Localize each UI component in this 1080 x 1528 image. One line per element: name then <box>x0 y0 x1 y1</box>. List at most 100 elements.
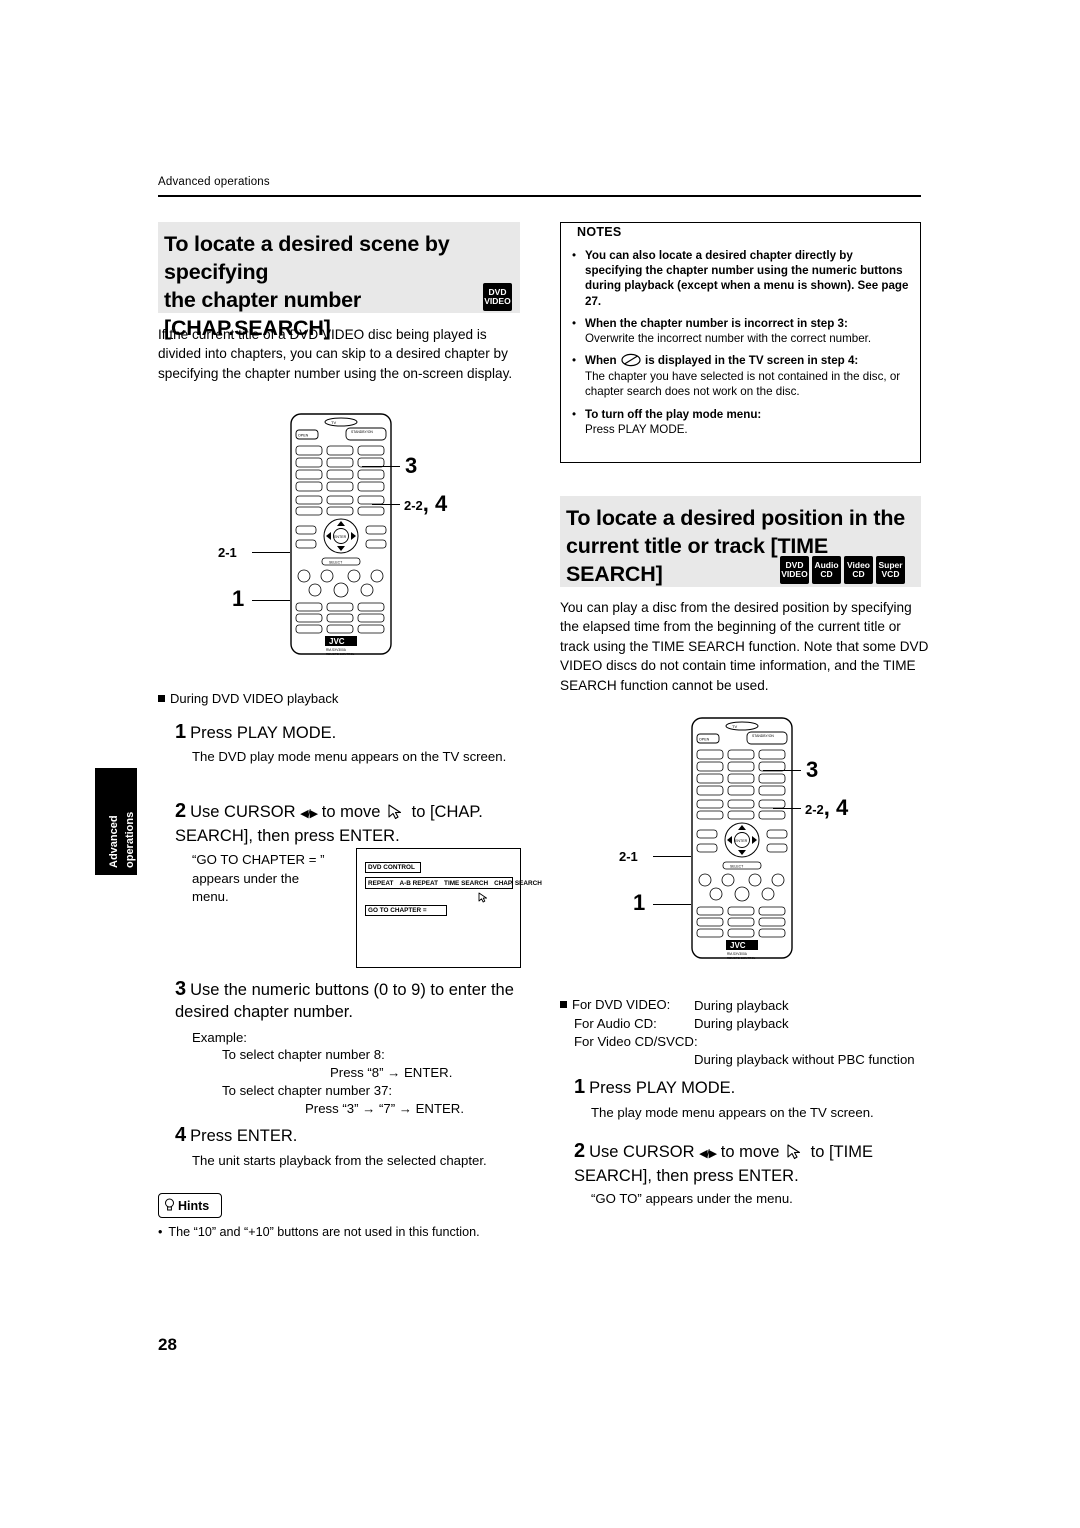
note-item: • To turn off the play mode menu: Press … <box>572 407 910 437</box>
step-1-detail-left: The DVD play mode menu appears on the TV… <box>192 749 507 764</box>
callout-3-right: 3 <box>806 757 819 782</box>
step-number: 1 <box>175 721 187 743</box>
leader-line <box>653 904 691 906</box>
remote-control-illustration-right: TV OPEN STANDBY/ON ENTER SELECT JVC RM-S… <box>683 712 801 964</box>
notes-content: • You can also locate a desired chapter … <box>572 248 910 444</box>
disc-logo-dvd-video: DVD VIDEO <box>780 556 809 584</box>
svg-text:SELECT: SELECT <box>730 865 743 869</box>
hints-label: Hints <box>178 1198 210 1213</box>
playback-note-text: During DVD VIDEO playback <box>170 691 339 706</box>
disc-logo-audio-cd: Audio CD <box>812 556 841 584</box>
logo-line2: VIDEO <box>484 296 511 306</box>
step-1-detail-right: The play mode menu appears on the TV scr… <box>591 1105 874 1120</box>
step-text-line2: desired chapter number. <box>175 1003 353 1021</box>
side-tab: Advanced operations <box>95 768 137 875</box>
manual-page: Advanced operations Advanced operations … <box>0 0 1080 1528</box>
example-line-3: To select chapter number 37: <box>222 1083 393 1098</box>
callout-1-left: 1 <box>232 586 245 611</box>
side-tab-line2: operations <box>124 811 136 868</box>
menu-item-ab-repeat[interactable]: A-B REPEAT <box>399 880 438 887</box>
step-text: Press PLAY MODE. <box>589 1079 736 1097</box>
svg-text:SELECT: SELECT <box>329 561 342 565</box>
step-3-left: 3 Use the numeric buttons (0 to 9) to ent… <box>175 978 527 1023</box>
note-bold: When the chapter number is incorrect in … <box>585 316 848 330</box>
svg-text:TV: TV <box>331 420 336 425</box>
step-2-detail-right: “GO TO” appears under the menu. <box>591 1191 793 1206</box>
logo-line2: CD <box>820 569 833 579</box>
svg-text:JVC: JVC <box>730 941 746 950</box>
menu-item-chap-search[interactable]: CHAP. SEARCH <box>494 880 542 887</box>
callout-2-1-right: 2-1 <box>619 842 638 868</box>
svg-text:ENTER: ENTER <box>334 535 347 539</box>
callout-sub: 2-2 <box>404 498 423 513</box>
disc-logo-group-right: DVD VIDEO Audio CD Video CD Super VCD <box>780 556 905 584</box>
callout-2-2-4-left: 2-2, 4 <box>404 491 448 516</box>
note-bold: You can also locate a desired chapter di… <box>585 249 909 308</box>
logo-line2: VCD <box>881 569 900 579</box>
hints-body: The “10” and “+10” buttons are not used … <box>168 1225 480 1239</box>
side-tab-line1: Advanced <box>108 815 120 868</box>
step-2-detail-left: “GO TO CHAPTER = ” appears under the men… <box>192 851 342 907</box>
bullet-icon: • <box>158 1225 163 1239</box>
leader-line <box>252 600 290 602</box>
svg-text:JVC: JVC <box>329 637 345 646</box>
example-label: Example: <box>192 1030 247 1045</box>
availability-value-2: During playback <box>694 1016 789 1031</box>
callout-sub: 2-1 <box>619 849 638 864</box>
note-bold-a: When <box>585 354 617 368</box>
banner2-line1: To locate a desired position in the <box>566 506 906 530</box>
availability-value-4: During playback without PBC function <box>694 1052 915 1067</box>
remote-control-illustration-left: TV OPEN STANDBY/ON ENTER SELECT JVC RM-S… <box>282 408 400 660</box>
notes-title: NOTES <box>572 225 627 239</box>
disc-logo-super-vcd: Super VCD <box>876 556 905 584</box>
svg-text:STANDBY/ON: STANDBY/ON <box>351 430 373 434</box>
pointer-cursor-icon <box>784 1143 806 1160</box>
note-item: • You can also locate a desired chapter … <box>572 248 910 309</box>
step-text-after: to [CHAP. <box>411 803 483 821</box>
disc-logo-dvd-video: DVD VIDEO <box>483 283 512 311</box>
detail-line2: appears under the <box>192 870 300 886</box>
square-bullet-icon <box>560 1001 567 1008</box>
status-bar: GO TO CHAPTER = <box>365 905 447 916</box>
disc-logo-video-cd: Video CD <box>844 556 873 584</box>
note-item: • When is displayed in the TV screen in … <box>572 353 910 399</box>
running-header: Advanced operations <box>158 176 270 188</box>
menu-item-time-search[interactable]: TIME SEARCH <box>444 880 488 887</box>
svg-text:REMOTE CONTROL: REMOTE CONTROL <box>326 652 355 656</box>
svg-text:OPEN: OPEN <box>699 738 710 742</box>
step-text-line2: SEARCH], then press ENTER. <box>574 1167 799 1185</box>
hints-badge: Hints <box>158 1193 222 1218</box>
step-number: 2 <box>175 800 187 822</box>
leader-line <box>653 856 691 858</box>
step-2-left: 2 Use CURSOR ◀/▶ to move to [CHAP. SEARCH… <box>175 800 525 847</box>
note-plain: The chapter you have selected is not con… <box>585 370 901 399</box>
logo-line2: CD <box>852 569 865 579</box>
step-text-line1: Use the numeric buttons (0 to 9) to ente… <box>190 981 514 999</box>
square-bullet-icon <box>158 695 165 702</box>
note-bold-b: is displayed in the TV screen in step 4: <box>645 354 859 368</box>
leader-line <box>763 770 801 772</box>
menu-bar: REPEAT A-B REPEAT TIME SEARCH CHAP. SEAR… <box>365 877 542 889</box>
detail-line1: “GO TO CHAPTER = ” <box>192 852 325 867</box>
step-text-mid: to move <box>321 803 381 821</box>
dvd-control-label: DVD CONTROL <box>365 862 421 873</box>
intro-paragraph-right: You can play a disc from the desired pos… <box>560 600 929 693</box>
step-number: 4 <box>175 1124 187 1146</box>
step-text: Press PLAY MODE. <box>190 724 337 742</box>
menu-item-repeat[interactable]: REPEAT <box>368 880 393 887</box>
note-plain: Press PLAY MODE. <box>585 422 688 436</box>
availability-label-3: For Video CD/SVCD: <box>574 1034 698 1049</box>
step-text-before: Use CURSOR <box>589 1143 695 1161</box>
example-line-2: Press “8” → ENTER. <box>330 1065 453 1080</box>
step-text: Press ENTER. <box>190 1127 298 1145</box>
callout-2-2-4-right: 2-2, 4 <box>805 795 849 820</box>
availability-value-1: During playback <box>694 998 789 1013</box>
note-plain: Overwrite the incorrect number with the … <box>585 332 872 346</box>
hint-bulb-icon <box>164 1198 175 1214</box>
step-text-after: to [TIME <box>810 1143 873 1161</box>
svg-text:STANDBY/ON: STANDBY/ON <box>752 734 774 738</box>
svg-text:ENTER: ENTER <box>735 839 748 843</box>
leader-line <box>372 504 400 506</box>
step-2-right: 2 Use CURSOR ◀/▶ to move to [TIME SEARCH]… <box>574 1140 929 1187</box>
callout-2-1-left: 2-1 <box>218 538 237 564</box>
